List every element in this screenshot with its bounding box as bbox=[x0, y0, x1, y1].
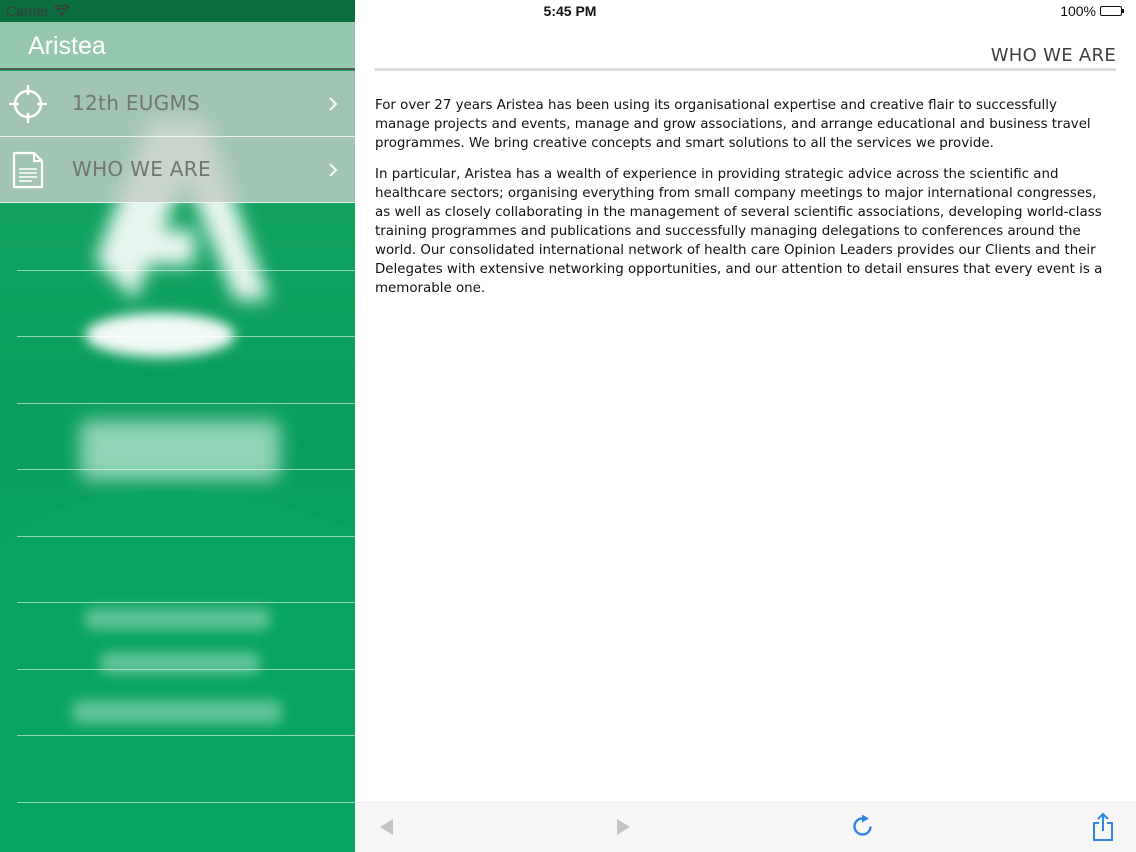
title-divider bbox=[375, 68, 1116, 71]
content-body: For over 27 years Aristea has been using… bbox=[375, 96, 1108, 310]
paragraph: For over 27 years Aristea has been using… bbox=[375, 98, 1091, 151]
main-panel: 5:45 PM 100% WHO WE ARE For over 27 year… bbox=[355, 0, 1136, 852]
empty-row bbox=[17, 670, 355, 736]
empty-row bbox=[17, 337, 355, 404]
forward-button[interactable] bbox=[609, 813, 637, 841]
empty-row bbox=[17, 470, 355, 537]
battery-icon bbox=[1100, 6, 1124, 16]
empty-row bbox=[17, 603, 355, 670]
page-title: WHO WE ARE bbox=[990, 45, 1116, 66]
empty-row bbox=[17, 537, 355, 603]
forward-arrow-icon bbox=[617, 819, 630, 835]
sidebar-item-label: WHO WE ARE bbox=[72, 157, 211, 181]
wifi-icon bbox=[53, 5, 70, 16]
battery-percent: 100% bbox=[1060, 3, 1096, 19]
sidebar-item-12th-eugms[interactable]: 12th EUGMS bbox=[0, 71, 355, 137]
share-icon bbox=[1093, 812, 1113, 841]
browser-toolbar bbox=[355, 802, 1136, 852]
sidebar: Carrier Aristea 12th EUGMS WHO WE ARE bbox=[0, 0, 355, 852]
back-button[interactable] bbox=[373, 813, 401, 841]
crosshair-icon bbox=[9, 85, 47, 123]
sidebar-menu: 12th EUGMS WHO WE ARE bbox=[0, 71, 355, 203]
sidebar-item-who-we-are[interactable]: WHO WE ARE bbox=[0, 137, 355, 203]
chevron-right-icon bbox=[329, 163, 338, 177]
paragraph: In particular, Aristea has a wealth of e… bbox=[375, 167, 1103, 296]
document-icon bbox=[12, 151, 44, 189]
sidebar-item-label: 12th EUGMS bbox=[72, 91, 201, 115]
sidebar-header: Aristea bbox=[0, 22, 355, 70]
status-time: 5:45 PM bbox=[543, 3, 597, 19]
back-arrow-icon bbox=[380, 819, 393, 835]
status-battery: 100% bbox=[1060, 3, 1124, 19]
empty-row bbox=[17, 271, 355, 337]
sidebar-empty-rows bbox=[0, 204, 355, 803]
app-title: Aristea bbox=[28, 32, 106, 60]
chevron-right-icon bbox=[329, 97, 338, 111]
carrier-label: Carrier bbox=[6, 3, 49, 19]
empty-row bbox=[17, 736, 355, 803]
reload-button[interactable] bbox=[849, 813, 877, 841]
share-button[interactable] bbox=[1089, 812, 1117, 841]
empty-row bbox=[17, 404, 355, 470]
reload-icon bbox=[853, 814, 872, 836]
status-bar-left: Carrier bbox=[6, 3, 70, 19]
empty-row bbox=[17, 204, 355, 271]
